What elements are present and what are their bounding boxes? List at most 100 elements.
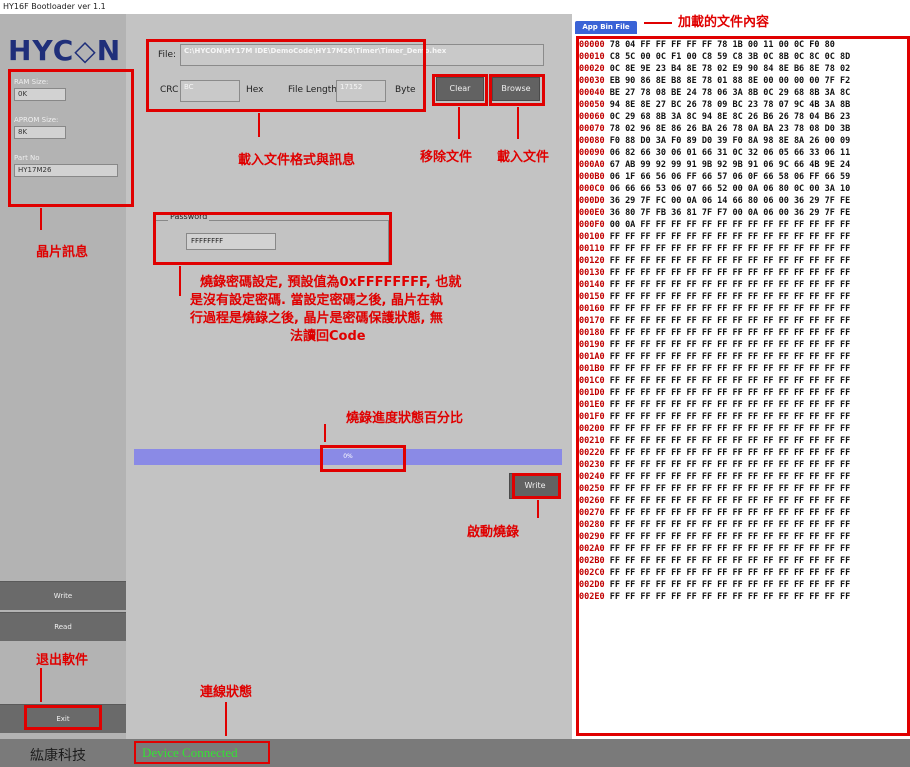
file-info-highlight [146, 39, 426, 112]
hex-row-bytes: 78 02 96 8E 86 26 BA 26 78 0A BA 23 78 0… [604, 124, 851, 134]
hex-row-bytes: FF FF FF FF FF FF FF FF FF FF FF FF FF F… [604, 364, 851, 374]
clear-arrow [458, 107, 460, 139]
exit-highlight [24, 705, 102, 730]
hex-row-address: 00070 [579, 124, 605, 134]
hex-row-address: 00170 [579, 316, 605, 326]
app-bin-file-tab[interactable]: App Bin File [575, 21, 637, 34]
hex-row-bytes: F0 88 D0 3A F0 89 D0 39 F0 8A 98 8E 8A 2… [604, 136, 851, 146]
hex-row: 00160 FF FF FF FF FF FF FF FF FF FF FF F… [579, 303, 907, 315]
hex-row-bytes: BE 27 78 08 BE 24 78 06 3A 8B 0C 29 68 8… [604, 88, 851, 98]
hex-row-address: 00090 [579, 148, 605, 158]
hex-row: 00220 FF FF FF FF FF FF FF FF FF FF FF F… [579, 447, 907, 459]
hex-row-bytes: FF FF FF FF FF FF FF FF FF FF FF FF FF F… [604, 316, 851, 326]
hex-row: 001B0 FF FF FF FF FF FF FF FF FF FF FF F… [579, 363, 907, 375]
hex-row-bytes: EB 90 86 8E B8 8E 78 01 88 8E 00 00 00 0… [604, 76, 851, 86]
hex-row-bytes: FF FF FF FF FF FF FF FF FF FF FF FF FF F… [604, 400, 851, 410]
hex-row: 00190 FF FF FF FF FF FF FF FF FF FF FF F… [579, 339, 907, 351]
hex-row: 000C0 06 66 66 53 06 07 66 52 00 0A 06 8… [579, 183, 907, 195]
hex-row-bytes: FF FF FF FF FF FF FF FF FF FF FF FF FF F… [604, 520, 851, 530]
hex-row-bytes: 0C 8E 9E 23 B4 8E 78 02 E9 90 84 8E B6 8… [604, 64, 851, 74]
window-title: HY16F Bootloader ver 1.1 [0, 0, 910, 14]
hex-row-address: 00000 [579, 40, 605, 50]
chip-info-highlight [8, 69, 134, 207]
hex-row: 00030 EB 90 86 8E B8 8E 78 01 88 8E 00 0… [579, 75, 907, 87]
hex-row-address: 00020 [579, 64, 605, 74]
hex-row-address: 00250 [579, 484, 605, 494]
hex-row-bytes: FF FF FF FF FF FF FF FF FF FF FF FF FF F… [604, 424, 851, 434]
hex-row: 001F0 FF FF FF FF FF FF FF FF FF FF FF F… [579, 411, 907, 423]
hex-row-bytes: 06 82 66 30 06 01 66 31 0C 32 06 05 66 3… [604, 148, 851, 158]
hex-row: 000A0 67 AB 99 92 99 91 9B 92 9B 91 06 9… [579, 159, 907, 171]
hex-content-arrow [644, 22, 672, 24]
hex-row: 00250 FF FF FF FF FF FF FF FF FF FF FF F… [579, 483, 907, 495]
hex-row: 00050 94 8E 8E 27 BC 26 78 09 BC 23 78 0… [579, 99, 907, 111]
hex-row-address: 00040 [579, 88, 605, 98]
hycon-logo: HYC◇N [8, 34, 122, 67]
hex-row-bytes: FF FF FF FF FF FF FF FF FF FF FF FF FF F… [604, 556, 851, 566]
hex-row-bytes: FF FF FF FF FF FF FF FF FF FF FF FF FF F… [604, 448, 851, 458]
hex-row-address: 00230 [579, 460, 605, 470]
hex-row-bytes: 0C 29 68 8B 3A 8C 94 8E 8C 26 B6 26 78 0… [604, 112, 851, 122]
hex-row-address: 00210 [579, 436, 605, 446]
hex-row-address: 002C0 [579, 568, 605, 578]
hex-row-address: 000C0 [579, 184, 605, 194]
hex-row: 00120 FF FF FF FF FF FF FF FF FF FF FF F… [579, 255, 907, 267]
hex-row: 000B0 06 1F 66 56 06 FF 66 57 06 0F 66 5… [579, 171, 907, 183]
hex-row-bytes: FF FF FF FF FF FF FF FF FF FF FF FF FF F… [604, 592, 851, 602]
password-note-line-3: 行過程是燒錄之後, 晶片是密碼保護狀態, 無 [190, 311, 443, 326]
hex-row: 00290 FF FF FF FF FF FF FF FF FF FF FF F… [579, 531, 907, 543]
write-arrow [537, 500, 539, 518]
hex-row-bytes: FF FF FF FF FF FF FF FF FF FF FF FF FF F… [604, 484, 851, 494]
clear-highlight [432, 74, 488, 106]
progress-highlight [320, 445, 406, 472]
hex-row-address: 00270 [579, 508, 605, 518]
hex-row-bytes: FF FF FF FF FF FF FF FF FF FF FF FF FF F… [604, 460, 851, 470]
hex-row: 001C0 FF FF FF FF FF FF FF FF FF FF FF F… [579, 375, 907, 387]
sidebar-read-button[interactable]: Read [0, 612, 126, 641]
hex-row-address: 000F0 [579, 220, 605, 230]
hex-row-address: 001B0 [579, 364, 605, 374]
hex-row-bytes: FF FF FF FF FF FF FF FF FF FF FF FF FF F… [604, 232, 851, 242]
hex-row: 00080 F0 88 D0 3A F0 89 D0 39 F0 8A 98 8… [579, 135, 907, 147]
hex-row-address: 00220 [579, 448, 605, 458]
hex-row-bytes: FF FF FF FF FF FF FF FF FF FF FF FF FF F… [604, 496, 851, 506]
hex-row-bytes: 00 0A FF FF FF FF FF FF FF FF FF FF FF F… [604, 220, 851, 230]
hex-row: 00110 FF FF FF FF FF FF FF FF FF FF FF F… [579, 243, 907, 255]
hex-row-address: 00060 [579, 112, 605, 122]
password-highlight [153, 212, 392, 265]
hex-row: 00230 FF FF FF FF FF FF FF FF FF FF FF F… [579, 459, 907, 471]
hex-row-bytes: FF FF FF FF FF FF FF FF FF FF FF FF FF F… [604, 280, 851, 290]
file-info-note: 載入文件格式與訊息 [238, 153, 356, 168]
hex-row-address: 001A0 [579, 352, 605, 362]
hex-row-bytes: 36 80 7F FB 36 81 7F F7 00 0A 06 00 36 2… [604, 208, 851, 218]
hex-row-address: 00260 [579, 496, 605, 506]
hex-row: 00090 06 82 66 30 06 01 66 31 0C 32 06 0… [579, 147, 907, 159]
browse-arrow [517, 107, 519, 139]
hex-row: 00020 0C 8E 9E 23 B4 8E 78 02 E9 90 84 8… [579, 63, 907, 75]
hex-row-bytes: FF FF FF FF FF FF FF FF FF FF FF FF FF F… [604, 376, 851, 386]
exit-arrow [40, 668, 42, 702]
hex-row-address: 00190 [579, 340, 605, 350]
hex-view[interactable]: 00000 78 04 FF FF FF FF FF 78 1B 00 11 0… [576, 36, 910, 736]
hex-row-address: 000D0 [579, 196, 605, 206]
hex-row-bytes: 78 04 FF FF FF FF FF 78 1B 00 11 00 0C F… [604, 40, 835, 50]
main-panel [126, 14, 572, 739]
hex-row: 00060 0C 29 68 8B 3A 8C 94 8E 8C 26 B6 2… [579, 111, 907, 123]
hex-row: 00140 FF FF FF FF FF FF FF FF FF FF FF F… [579, 279, 907, 291]
hex-row-address: 001D0 [579, 388, 605, 398]
hex-row-bytes: FF FF FF FF FF FF FF FF FF FF FF FF FF F… [604, 412, 851, 422]
hex-row: 002A0 FF FF FF FF FF FF FF FF FF FF FF F… [579, 543, 907, 555]
progress-arrow [324, 424, 326, 442]
sidebar-write-button[interactable]: Write [0, 581, 126, 610]
hex-row-bytes: FF FF FF FF FF FF FF FF FF FF FF FF FF F… [604, 580, 851, 590]
hex-row-bytes: FF FF FF FF FF FF FF FF FF FF FF FF FF F… [604, 544, 851, 554]
remove-file-note: 移除文件 [420, 150, 473, 165]
write-highlight [512, 473, 561, 499]
hex-row: 00010 C8 5C 00 0C F1 00 C8 59 C8 3B 0C 8… [579, 51, 907, 63]
hex-row-address: 00130 [579, 268, 605, 278]
hex-row-bytes: FF FF FF FF FF FF FF FF FF FF FF FF FF F… [604, 304, 851, 314]
hex-row-bytes: FF FF FF FF FF FF FF FF FF FF FF FF FF F… [604, 388, 851, 398]
hex-row-address: 00080 [579, 136, 605, 146]
hex-row-bytes: 94 8E 8E 27 BC 26 78 09 BC 23 78 07 9C 4… [604, 100, 851, 110]
password-note-line-1: 燒錄密碼設定, 預設值為0xFFFFFFFF, 也就 [200, 275, 462, 290]
